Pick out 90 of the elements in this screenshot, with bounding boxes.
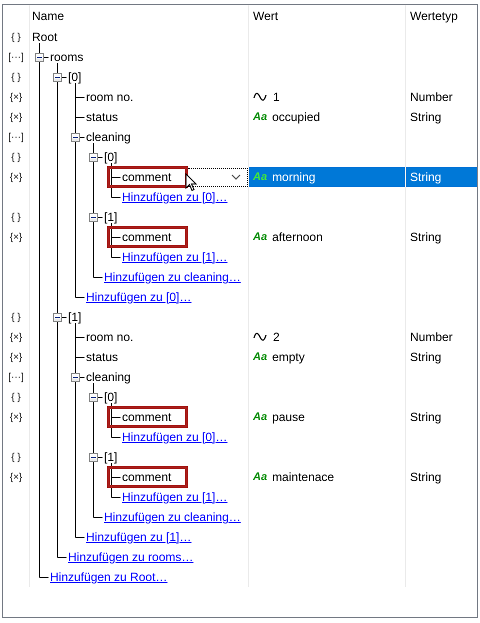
- value-text: occupied: [272, 110, 320, 124]
- column-header[interactable]: Wertetyp: [410, 9, 458, 23]
- node-type-icon: [···]: [8, 372, 24, 382]
- node-label[interactable]: status: [86, 350, 118, 364]
- type-text: String: [410, 410, 442, 424]
- node-label[interactable]: [0]: [104, 390, 118, 404]
- string-type-icon: Aa: [253, 171, 268, 183]
- node-label[interactable]: Root: [32, 30, 58, 44]
- node-type-icon: {×}: [10, 472, 22, 482]
- value-text: morning: [272, 170, 316, 184]
- collapse-button[interactable]: [89, 452, 98, 462]
- type-text: Number: [410, 90, 453, 104]
- collapse-button[interactable]: [71, 132, 80, 142]
- tree-lines: [39, 87, 86, 107]
- node-type-icon: { }: [11, 212, 21, 222]
- add-link[interactable]: Hinzufügen zu [1]…: [122, 490, 228, 504]
- node-label[interactable]: [1]: [104, 210, 118, 224]
- column-header[interactable]: Name: [32, 9, 64, 23]
- number-wave-icon: [253, 92, 267, 102]
- string-type-icon: Aa: [253, 351, 268, 363]
- value-text: 2: [273, 330, 280, 344]
- node-label[interactable]: comment: [107, 226, 188, 248]
- column-header[interactable]: Wert: [253, 9, 278, 23]
- collapse-button[interactable]: [89, 152, 98, 162]
- add-link[interactable]: Hinzufügen zu cleaning…: [104, 510, 241, 524]
- value-text: pause: [272, 410, 305, 424]
- node-type-icon: {×}: [10, 172, 22, 182]
- type-text: String: [410, 230, 442, 244]
- tree-lines: [39, 507, 104, 527]
- collapse-button[interactable]: [71, 372, 80, 382]
- node-type-icon: {×}: [10, 112, 22, 122]
- node-label[interactable]: [0]: [104, 150, 118, 164]
- node-type-icon: { }: [11, 152, 21, 162]
- type-text: Number: [410, 330, 453, 344]
- collapse-button[interactable]: [89, 392, 98, 402]
- type-text: String: [410, 110, 442, 124]
- node-type-icon: { }: [11, 32, 21, 42]
- node-label[interactable]: [1]: [104, 450, 118, 464]
- node-type-icon: { }: [11, 72, 21, 82]
- type-text: String: [410, 170, 442, 184]
- node-label[interactable]: room no.: [86, 90, 134, 104]
- node-label[interactable]: comment: [107, 466, 188, 488]
- node-label[interactable]: [0]: [68, 70, 82, 84]
- add-link[interactable]: Hinzufügen zu [0]…: [122, 430, 228, 444]
- node-label[interactable]: rooms: [50, 50, 84, 64]
- value-text: afternoon: [272, 230, 323, 244]
- value-text: empty: [272, 350, 305, 364]
- node-type-icon: [···]: [8, 52, 24, 62]
- string-type-icon: Aa: [253, 411, 268, 423]
- node-label[interactable]: cleaning: [86, 130, 131, 144]
- value-text: 1: [273, 90, 280, 104]
- node-label[interactable]: comment: [107, 406, 188, 428]
- node-label[interactable]: room no.: [86, 330, 134, 344]
- add-link[interactable]: Hinzufügen zu [0]…: [122, 190, 228, 204]
- node-type-icon: {×}: [10, 232, 22, 242]
- collapse-button[interactable]: [53, 312, 62, 322]
- node-type-icon: {×}: [10, 352, 22, 362]
- node-type-icon: { }: [11, 312, 21, 322]
- type-text: String: [410, 350, 442, 364]
- tree-lines: [39, 107, 86, 127]
- collapse-button[interactable]: [35, 52, 44, 62]
- cursor-icon: [185, 173, 197, 192]
- node-label[interactable]: [1]: [68, 310, 82, 324]
- value-text: maintenace: [272, 470, 334, 484]
- type-text: String: [410, 470, 442, 484]
- node-type-icon: [···]: [8, 132, 24, 142]
- add-link[interactable]: Hinzufügen zu Root…: [50, 570, 168, 584]
- add-link[interactable]: Hinzufügen zu [1]…: [86, 530, 192, 544]
- node-type-icon: { }: [11, 392, 21, 402]
- number-wave-icon: [253, 332, 267, 342]
- node-type-icon: {×}: [10, 332, 22, 342]
- add-link[interactable]: Hinzufügen zu rooms…: [68, 550, 194, 564]
- node-label[interactable]: cleaning: [86, 370, 131, 384]
- node-type-icon: {×}: [10, 412, 22, 422]
- tree-lines: [39, 287, 86, 307]
- node-label[interactable]: status: [86, 110, 118, 124]
- chevron-down-icon: [231, 174, 241, 180]
- string-type-icon: Aa: [253, 471, 268, 483]
- tree-lines: [39, 347, 86, 367]
- collapse-button[interactable]: [89, 212, 98, 222]
- tree-lines: [39, 267, 104, 287]
- add-link[interactable]: Hinzufügen zu [1]…: [122, 250, 228, 264]
- string-type-icon: Aa: [253, 111, 268, 123]
- tree-lines: [39, 327, 86, 347]
- add-link[interactable]: Hinzufügen zu [0]…: [86, 290, 192, 304]
- node-type-icon: {×}: [10, 92, 22, 102]
- add-link[interactable]: Hinzufügen zu cleaning…: [104, 270, 241, 284]
- node-type-icon: { }: [11, 452, 21, 462]
- collapse-button[interactable]: [53, 72, 62, 82]
- string-type-icon: Aa: [253, 231, 268, 243]
